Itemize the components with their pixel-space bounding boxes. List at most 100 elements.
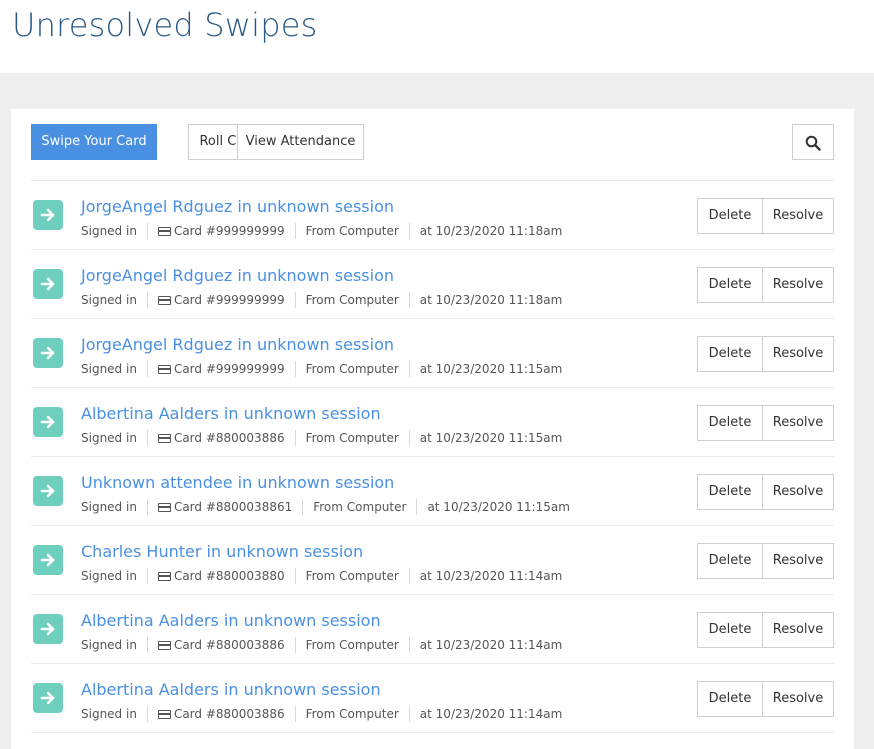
swipe-title-link[interactable]: JorgeAngel Rdguez in unknown session	[81, 335, 394, 354]
status-text: Signed in	[81, 638, 137, 652]
resolve-button[interactable]: Resolve	[762, 474, 834, 510]
swipe-title-link[interactable]: Unknown attendee in unknown session	[81, 473, 394, 492]
status-text: Signed in	[81, 707, 137, 721]
swipe-row: Albertina Aalders in unknown session Sig…	[31, 595, 834, 664]
swipe-title-link[interactable]: Albertina Aalders in unknown session	[81, 611, 381, 630]
row-actions: Delete Resolve	[697, 405, 834, 441]
source-text: From Computer	[305, 431, 399, 445]
card-number: Card #880003886	[173, 638, 285, 652]
swipe-title-link[interactable]: Albertina Aalders in unknown session	[81, 404, 381, 423]
status-text: Signed in	[81, 362, 137, 376]
meta-divider	[146, 706, 148, 722]
credit-card-icon	[157, 364, 171, 374]
sign-in-arrow-icon	[33, 545, 63, 575]
resolve-button[interactable]: Resolve	[762, 198, 834, 234]
credit-card-icon	[157, 295, 171, 305]
swipe-row: Unknown attendee in unknown session Sign…	[31, 457, 834, 526]
timestamp: at 10/23/2020 11:14am	[419, 569, 563, 583]
status-text: Signed in	[81, 224, 137, 238]
delete-button[interactable]: Delete	[697, 267, 763, 303]
meta-divider	[294, 568, 296, 584]
card-number: Card #880003880	[173, 569, 285, 583]
meta-divider	[408, 292, 410, 308]
delete-button[interactable]: Delete	[697, 336, 763, 372]
meta-divider	[408, 568, 410, 584]
meta-divider	[146, 499, 148, 515]
search-button[interactable]	[792, 124, 834, 160]
meta-divider	[146, 361, 148, 377]
delete-button[interactable]: Delete	[697, 405, 763, 441]
meta-divider	[146, 568, 148, 584]
swipe-list: JorgeAngel Rdguez in unknown session Sig…	[31, 181, 834, 733]
credit-card-icon	[157, 226, 171, 236]
row-actions: Delete Resolve	[697, 267, 834, 303]
swipes-panel: Swipe Your Card Roll Call View Attendanc…	[11, 109, 854, 749]
credit-card-icon	[157, 640, 171, 650]
meta-divider	[294, 361, 296, 377]
sign-in-arrow-icon	[33, 683, 63, 713]
swipe-meta: Signed in Card #880003886 From Computer …	[81, 706, 562, 722]
swipe-title-link[interactable]: Charles Hunter in unknown session	[81, 542, 363, 561]
card-number: Card #999999999	[173, 224, 285, 238]
swipe-your-card-button[interactable]: Swipe Your Card	[31, 124, 157, 160]
resolve-button[interactable]: Resolve	[762, 405, 834, 441]
source-text: From Computer	[305, 362, 399, 376]
swipe-meta: Signed in Card #8800038861 From Computer…	[81, 499, 570, 515]
source-text: From Computer	[305, 569, 399, 583]
status-text: Signed in	[81, 569, 137, 583]
swipe-row: JorgeAngel Rdguez in unknown session Sig…	[31, 250, 834, 319]
sign-in-arrow-icon	[33, 269, 63, 299]
source-text: From Computer	[305, 224, 399, 238]
swipe-row: Albertina Aalders in unknown session Sig…	[31, 388, 834, 457]
delete-button[interactable]: Delete	[697, 681, 763, 717]
source-text: From Computer	[305, 293, 399, 307]
sign-in-arrow-icon	[33, 200, 63, 230]
meta-divider	[408, 637, 410, 653]
swipe-row: JorgeAngel Rdguez in unknown session Sig…	[31, 181, 834, 250]
resolve-button[interactable]: Resolve	[762, 681, 834, 717]
swipe-meta: Signed in Card #999999999 From Computer …	[81, 292, 562, 308]
meta-divider	[146, 637, 148, 653]
meta-divider	[294, 637, 296, 653]
view-attendance-button[interactable]: View Attendance	[237, 124, 364, 160]
meta-divider	[408, 361, 410, 377]
timestamp: at 10/23/2020 11:15am	[427, 500, 570, 514]
sign-in-arrow-icon	[33, 614, 63, 644]
meta-divider	[408, 223, 410, 239]
status-text: Signed in	[81, 431, 137, 445]
card-number: Card #8800038861	[173, 500, 293, 514]
toolbar: Swipe Your Card Roll Call View Attendanc…	[31, 124, 834, 160]
status-text: Signed in	[81, 500, 137, 514]
meta-divider	[294, 706, 296, 722]
resolve-button[interactable]: Resolve	[762, 612, 834, 648]
meta-divider	[302, 499, 304, 515]
timestamp: at 10/23/2020 11:14am	[419, 707, 563, 721]
credit-card-icon	[157, 571, 171, 581]
swipe-meta: Signed in Card #999999999 From Computer …	[81, 223, 562, 239]
timestamp: at 10/23/2020 11:18am	[419, 293, 563, 307]
swipe-title-link[interactable]: JorgeAngel Rdguez in unknown session	[81, 266, 394, 285]
page-header: Unresolved Swipes	[0, 0, 874, 73]
sign-in-arrow-icon	[33, 476, 63, 506]
row-actions: Delete Resolve	[697, 198, 834, 234]
meta-divider	[146, 430, 148, 446]
row-actions: Delete Resolve	[697, 681, 834, 717]
delete-button[interactable]: Delete	[697, 612, 763, 648]
swipe-meta: Signed in Card #880003880 From Computer …	[81, 568, 562, 584]
delete-button[interactable]: Delete	[697, 543, 763, 579]
timestamp: at 10/23/2020 11:15am	[419, 431, 563, 445]
meta-divider	[294, 430, 296, 446]
resolve-button[interactable]: Resolve	[762, 543, 834, 579]
delete-button[interactable]: Delete	[697, 198, 763, 234]
swipe-row: Charles Hunter in unknown session Signed…	[31, 526, 834, 595]
swipe-meta: Signed in Card #880003886 From Computer …	[81, 637, 562, 653]
meta-divider	[408, 430, 410, 446]
row-actions: Delete Resolve	[697, 336, 834, 372]
delete-button[interactable]: Delete	[697, 474, 763, 510]
card-number: Card #880003886	[173, 431, 285, 445]
meta-divider	[294, 292, 296, 308]
resolve-button[interactable]: Resolve	[762, 267, 834, 303]
swipe-title-link[interactable]: JorgeAngel Rdguez in unknown session	[81, 197, 394, 216]
resolve-button[interactable]: Resolve	[762, 336, 834, 372]
swipe-title-link[interactable]: Albertina Aalders in unknown session	[81, 680, 381, 699]
